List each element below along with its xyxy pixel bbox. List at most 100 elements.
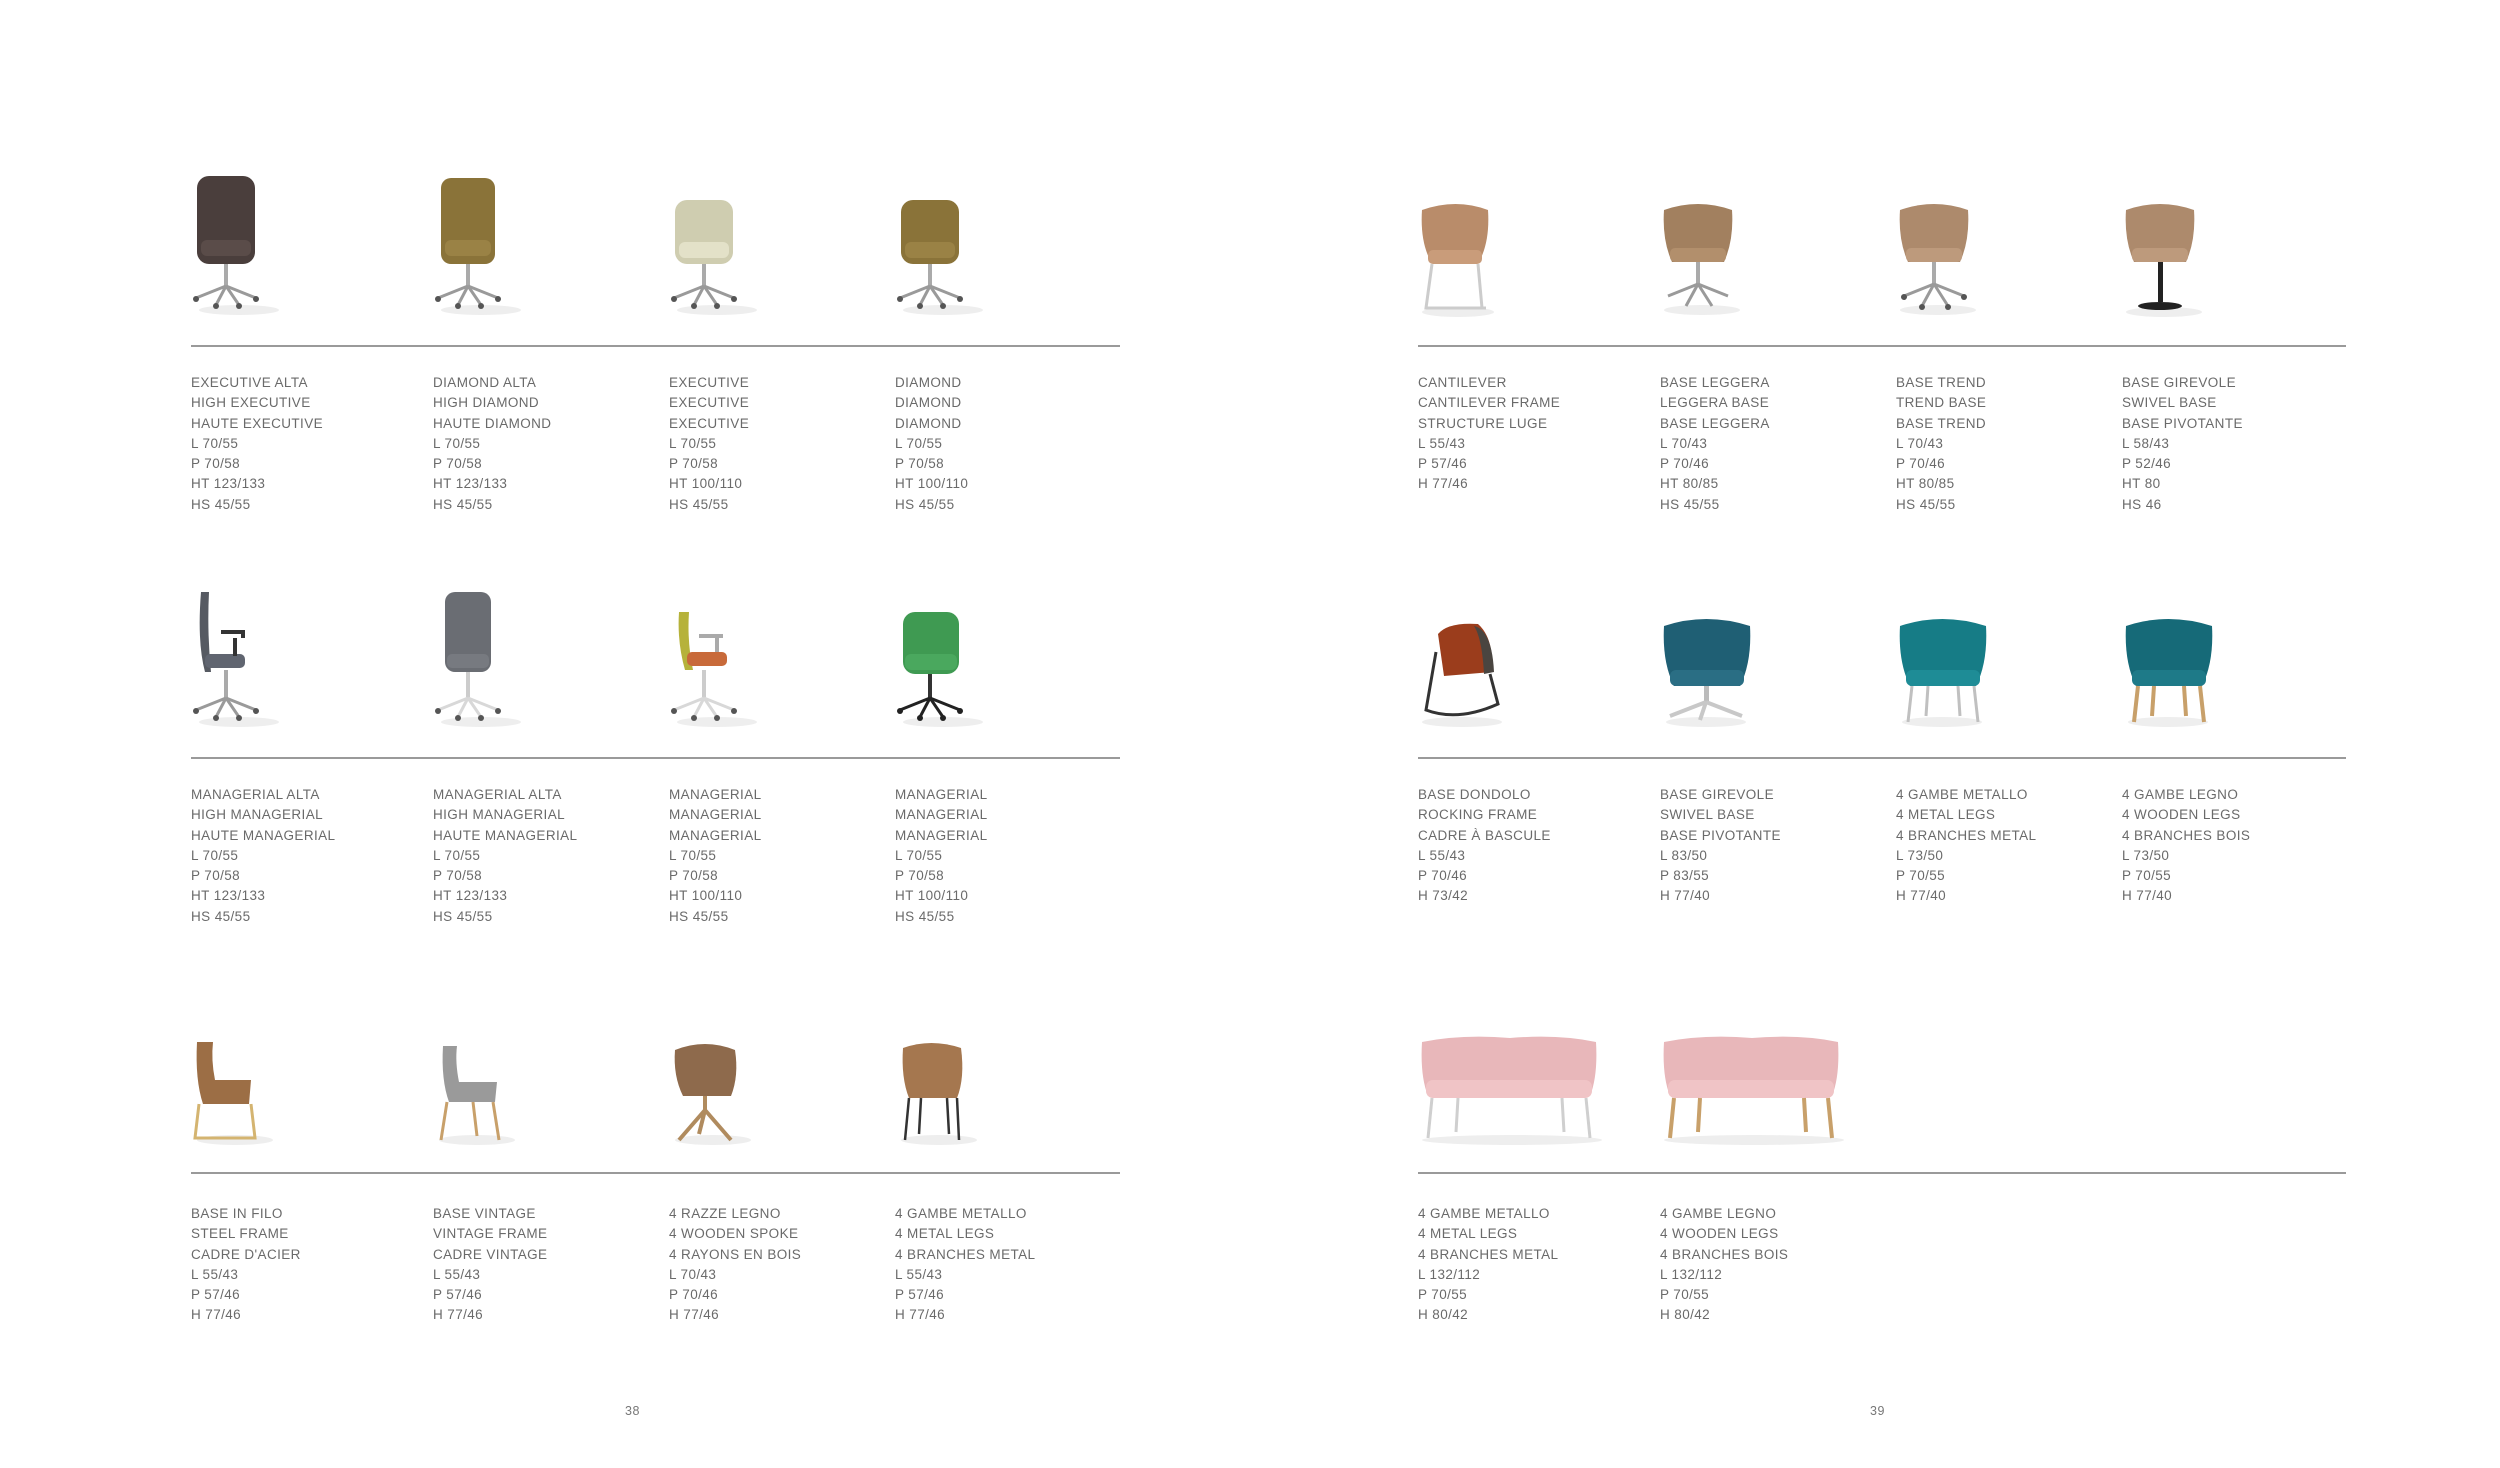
spec-line: CADRE VINTAGE bbox=[433, 1246, 548, 1262]
spec-line: BASE GIREVOLE bbox=[2122, 375, 2236, 390]
spec-line: 4 GAMBE METALLO bbox=[1896, 787, 2028, 802]
spec-line: SWIVEL BASE bbox=[1660, 807, 1755, 823]
diamond-high-chair-icon bbox=[433, 170, 543, 320]
spec-line: L 58/43 bbox=[2122, 435, 2170, 451]
product-specs: BASE GIREVOLE SWIVEL BASE BASE PIVOTANTE… bbox=[2122, 373, 2243, 515]
row-divider bbox=[1418, 757, 2346, 759]
spec-line: L 70/43 bbox=[1660, 435, 1708, 451]
spec-line: 4 WOODEN SPOKE bbox=[669, 1226, 799, 1242]
spec-line: L 73/50 bbox=[1896, 847, 1944, 863]
steel-frame-chair-icon bbox=[191, 1000, 301, 1150]
product-specs: 4 RAZZE LEGNO 4 WOODEN SPOKE 4 RAYONS EN… bbox=[669, 1204, 801, 1326]
product-specs: BASE DONDOLO ROCKING FRAME CADRE À BASCU… bbox=[1418, 785, 1551, 907]
catalog-spread: EXECUTIVE ALTA HIGH EXECUTIVE HAUTE EXEC… bbox=[0, 0, 2500, 1468]
spec-line: CANTILEVER FRAME bbox=[1418, 395, 1561, 411]
managerial-chair-icon bbox=[895, 582, 1005, 732]
spec-line: BASE PIVOTANTE bbox=[1660, 827, 1781, 843]
spec-line: HS 45/55 bbox=[1896, 496, 1956, 512]
cantilever-armchair-icon bbox=[1418, 170, 1528, 320]
product-specs: BASE IN FILO STEEL FRAME CADRE D'ACIER L… bbox=[191, 1204, 301, 1326]
spec-line: 4 RAYONS EN BOIS bbox=[669, 1246, 802, 1262]
executive-high-chair-icon bbox=[191, 170, 301, 320]
spec-line: H 77/40 bbox=[1660, 888, 1711, 904]
spec-line: P 57/46 bbox=[191, 1287, 241, 1303]
wooden-spoke-chair-icon bbox=[669, 1000, 779, 1150]
spec-line: MANAGERIAL ALTA bbox=[433, 787, 562, 802]
spec-line: H 77/40 bbox=[2122, 888, 2173, 904]
spec-line: HT 123/133 bbox=[433, 476, 508, 492]
spec-line: P 70/58 bbox=[433, 868, 483, 884]
managerial-high-chair-icon bbox=[433, 582, 543, 732]
spec-line: H 77/46 bbox=[433, 1307, 484, 1323]
product-specs: EXECUTIVE EXECUTIVE EXECUTIVE L 70/55 P … bbox=[669, 373, 749, 515]
leggera-base-armchair-icon bbox=[1660, 170, 1770, 320]
spec-line: L 70/55 bbox=[669, 847, 717, 863]
product-specs: MANAGERIAL ALTA HIGH MANAGERIAL HAUTE MA… bbox=[433, 785, 577, 927]
spec-line: EXECUTIVE ALTA bbox=[191, 375, 308, 390]
spec-line: 4 GAMBE LEGNO bbox=[1660, 1206, 1777, 1221]
spec-line: P 70/58 bbox=[895, 456, 945, 472]
spec-line: DIAMOND ALTA bbox=[433, 375, 537, 390]
trend-base-armchair-icon bbox=[1896, 170, 2006, 320]
spec-line: BASE DONDOLO bbox=[1418, 787, 1531, 802]
row-divider bbox=[191, 1172, 1120, 1174]
spec-line: L 70/43 bbox=[1896, 435, 1944, 451]
page-38: EXECUTIVE ALTA HIGH EXECUTIVE HAUTE EXEC… bbox=[0, 0, 1250, 1468]
spec-line: SWIVEL BASE bbox=[2122, 395, 2217, 411]
spec-line: BASE VINTAGE bbox=[433, 1206, 536, 1221]
spec-line: HT 123/133 bbox=[433, 888, 508, 904]
spec-line: HS 45/55 bbox=[895, 908, 955, 924]
spec-line: H 80/42 bbox=[1660, 1307, 1711, 1323]
spec-line: HT 100/110 bbox=[669, 476, 743, 492]
spec-line: MANAGERIAL ALTA bbox=[191, 787, 320, 802]
swivel-stool-armchair-icon bbox=[2122, 170, 2232, 320]
page-number: 39 bbox=[1870, 1404, 1885, 1418]
spec-line: 4 BRANCHES METAL bbox=[895, 1246, 1036, 1262]
managerial-armchair-icon bbox=[669, 582, 779, 732]
rocking-armchair-icon bbox=[1418, 582, 1528, 732]
spec-line: L 70/55 bbox=[433, 435, 481, 451]
product-specs: MANAGERIAL MANAGERIAL MANAGERIAL L 70/55… bbox=[895, 785, 988, 927]
spec-line: DIAMOND bbox=[895, 415, 962, 431]
spec-line: H 73/42 bbox=[1418, 888, 1469, 904]
spec-line: L 70/55 bbox=[191, 847, 239, 863]
spec-line: 4 RAZZE LEGNO bbox=[669, 1206, 781, 1221]
spec-line: P 83/55 bbox=[1660, 868, 1710, 884]
spec-line: HT 100/110 bbox=[669, 888, 743, 904]
spec-line: H 77/46 bbox=[895, 1307, 946, 1323]
spec-line: MANAGERIAL bbox=[669, 807, 762, 823]
spec-line: H 77/46 bbox=[191, 1307, 242, 1323]
spec-line: HS 45/55 bbox=[895, 496, 955, 512]
spec-line: BASE PIVOTANTE bbox=[2122, 415, 2243, 431]
product-specs: CANTILEVER CANTILEVER FRAME STRUCTURE LU… bbox=[1418, 373, 1560, 495]
spec-line: HT 80/85 bbox=[1896, 476, 1955, 492]
spec-line: P 70/55 bbox=[1896, 868, 1946, 884]
spec-line: MANAGERIAL bbox=[669, 787, 762, 802]
spec-line: HS 45/55 bbox=[433, 496, 493, 512]
managerial-high-armchair-icon bbox=[191, 582, 301, 732]
spec-line: L 70/55 bbox=[895, 847, 943, 863]
spec-line: HAUTE MANAGERIAL bbox=[191, 827, 336, 843]
spec-line: EXECUTIVE bbox=[669, 415, 750, 431]
spec-line: L 55/43 bbox=[1418, 435, 1466, 451]
spec-line: DIAMOND bbox=[895, 395, 962, 411]
spec-line: P 70/58 bbox=[895, 868, 945, 884]
page-number: 38 bbox=[625, 1404, 640, 1418]
spec-line: L 70/55 bbox=[895, 435, 943, 451]
spec-line: HT 100/110 bbox=[895, 476, 969, 492]
spec-line: MANAGERIAL bbox=[669, 827, 762, 843]
spec-line: P 70/46 bbox=[1896, 456, 1946, 472]
spec-line: P 70/55 bbox=[2122, 868, 2172, 884]
spec-line: P 57/46 bbox=[895, 1287, 945, 1303]
spec-line: 4 GAMBE LEGNO bbox=[2122, 787, 2239, 802]
executive-chair-icon bbox=[669, 170, 779, 320]
spec-line: P 57/46 bbox=[1418, 456, 1468, 472]
spec-line: L 55/43 bbox=[1418, 847, 1466, 863]
spec-line: L 73/50 bbox=[2122, 847, 2170, 863]
page-39: CANTILEVER CANTILEVER FRAME STRUCTURE LU… bbox=[1250, 0, 2500, 1468]
spec-line: L 55/43 bbox=[433, 1266, 481, 1282]
spec-line: HT 123/133 bbox=[191, 476, 266, 492]
product-specs: 4 GAMBE METALLO 4 METAL LEGS 4 BRANCHES … bbox=[1418, 1204, 1558, 1326]
spec-line: L 70/55 bbox=[669, 435, 717, 451]
spec-line: 4 GAMBE METALLO bbox=[1418, 1206, 1550, 1221]
